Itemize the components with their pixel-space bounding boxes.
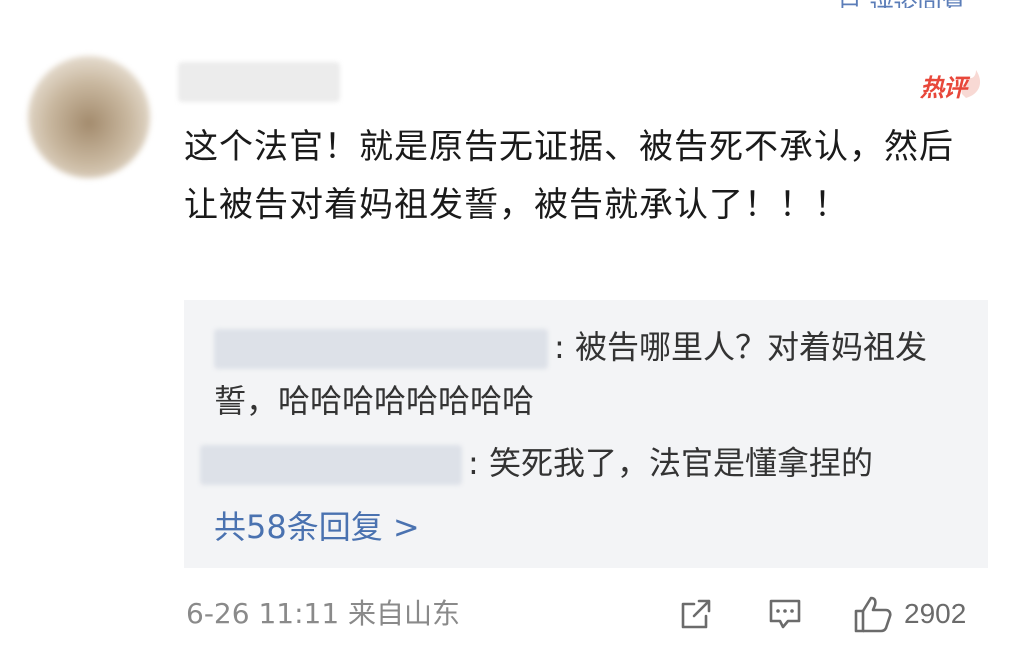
- hot-comment-badge: 热评: [920, 64, 984, 102]
- hot-label: 热评: [920, 74, 967, 102]
- avatar[interactable]: [28, 56, 150, 178]
- share-icon: [681, 599, 711, 629]
- username-blurred[interactable]: [178, 62, 340, 102]
- comment-body: 这个法官！就是原告无证据、被告死不承认，然后让被告对着妈祖发誓，被告就承认了！！…: [184, 127, 954, 225]
- like-count: 2902: [904, 598, 967, 629]
- reply-username-blurred[interactable]: [200, 445, 462, 485]
- reply-separator: :: [554, 328, 565, 366]
- timestamp-location: 6-26 11:11 来自山东: [186, 597, 461, 630]
- comment-button[interactable]: [766, 594, 804, 634]
- share-button[interactable]: [678, 594, 714, 634]
- like-button[interactable]: 2902: [852, 594, 966, 634]
- view-all-replies-link[interactable]: 共58条回复 >: [214, 500, 420, 554]
- thumbs-up-icon: [854, 596, 892, 633]
- reply-username-blurred[interactable]: [214, 329, 548, 369]
- reply-item[interactable]: : 被告哪里人？对着妈祖发誓，哈哈哈哈哈哈哈哈: [214, 320, 954, 428]
- comment-icon: [769, 599, 801, 629]
- previous-item-partial-text: 已 评论回复: [838, 0, 1008, 8]
- reply-item[interactable]: : 笑死我了，法官是懂拿捏的: [200, 436, 954, 490]
- reply-separator: :: [468, 444, 479, 482]
- reply-preview-box[interactable]: : 被告哪里人？对着妈祖发誓，哈哈哈哈哈哈哈哈 : 笑死我了，法官是懂拿捏的 共…: [184, 300, 988, 568]
- reply-text: 笑死我了，法官是懂拿捏的: [478, 444, 873, 482]
